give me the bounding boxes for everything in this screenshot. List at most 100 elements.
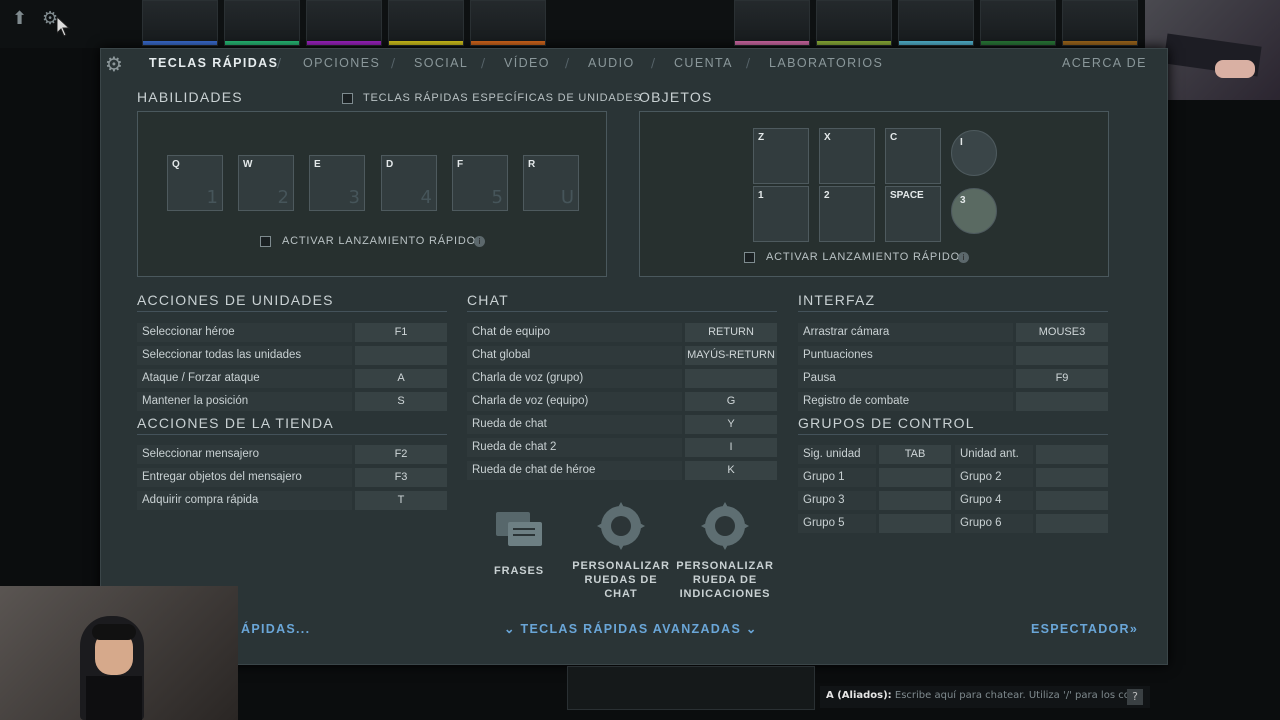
hotkey-value[interactable]: Y [685,415,777,434]
ability-key-w[interactable]: W2 [238,155,294,211]
tab-acerca-de[interactable]: ACERCA DE [1062,56,1147,70]
info-icon[interactable]: i [958,252,969,263]
hotkey-value[interactable]: A [355,369,447,388]
hotkey-row[interactable]: Seleccionar héroe F1 [137,323,447,342]
hero-slot[interactable] [898,0,974,46]
hero-slot[interactable] [224,0,300,46]
item-key-neutral[interactable]: I [951,130,997,176]
hotkey-row[interactable]: Pausa F9 [798,369,1108,388]
hotkey-value[interactable]: RETURN [685,323,777,342]
item-key-space[interactable]: SPACE [885,186,941,242]
ability-key-d[interactable]: D4 [381,155,437,211]
hotkey-value[interactable] [1036,468,1108,487]
hotkey-value[interactable]: I [685,438,777,457]
hotkey-row[interactable]: Adquirir compra rápida T [137,491,447,510]
hotkey-row[interactable]: Entregar objetos del mensajero F3 [137,468,447,487]
ability-key-r[interactable]: RU [523,155,579,211]
hero-slot[interactable] [470,0,546,46]
hotkey-row[interactable]: Chat global MAYÚS-RETURN [467,346,777,365]
hotkey-value[interactable] [879,514,951,533]
unit-specific-checkbox[interactable] [342,93,353,104]
item-key-c[interactable]: C [885,128,941,184]
hotkey-row[interactable]: Charla de voz (equipo) G [467,392,777,411]
hotkey-row[interactable]: Grupo 1 [798,468,951,487]
customize-ping-wheel-button[interactable]: PERSONALIZAR RUEDA DE INDICACIONES [675,499,775,601]
item-key-1[interactable]: 1 [753,186,809,242]
hotkey-row[interactable]: Grupo 2 [955,468,1108,487]
hotkey-row[interactable]: Chat de equipo RETURN [467,323,777,342]
tab-opciones[interactable]: OPCIONES [303,56,380,70]
hotkey-row[interactable]: Registro de combate [798,392,1108,411]
hotkey-row[interactable]: Seleccionar todas las unidades [137,346,447,365]
ability-key-f[interactable]: F5 [452,155,508,211]
hotkey-value[interactable] [879,491,951,510]
hotkey-value[interactable] [1016,346,1108,365]
tab-audio[interactable]: AUDIO [588,56,635,70]
hotkey-value[interactable] [685,369,777,388]
ability-quickcast-checkbox[interactable] [260,236,271,247]
tab-cuenta[interactable]: CUENTA [674,56,733,70]
footer-left-link[interactable]: ÁPIDAS... [241,622,310,636]
hotkey-value[interactable] [1036,491,1108,510]
hotkey-row[interactable]: Rueda de chat de héroe K [467,461,777,480]
hotkey-row[interactable]: Rueda de chat Y [467,415,777,434]
hero-slot[interactable] [816,0,892,46]
hotkey-row[interactable]: Arrastrar cámara MOUSE3 [798,323,1108,342]
tab-laboratorios[interactable]: LABORATORIOS [769,56,883,70]
hotkey-row[interactable]: Mantener la posición S [137,392,447,411]
item-quickcast-checkbox[interactable] [744,252,755,263]
hotkey-value[interactable]: S [355,392,447,411]
hotkey-row[interactable]: Grupo 3 [798,491,951,510]
tab-social[interactable]: SOCIAL [414,56,468,70]
hero-slot[interactable] [980,0,1056,46]
hotkey-row[interactable]: Puntuaciones [798,346,1108,365]
hotkey-row[interactable]: Charla de voz (grupo) [467,369,777,388]
hotkey-row[interactable]: Grupo 4 [955,491,1108,510]
ability-key-e[interactable]: E3 [309,155,365,211]
hotkey-value[interactable]: MAYÚS-RETURN [685,346,777,365]
hotkey-value[interactable] [879,468,951,487]
tab-video[interactable]: VÍDEO [504,56,550,70]
hotkey-value[interactable]: TAB [879,445,951,464]
tab-teclas-rapidas[interactable]: TECLAS RÁPIDAS [149,56,278,70]
hotkey-row[interactable]: Grupo 6 [955,514,1108,533]
hotkey-value[interactable] [355,346,447,365]
upload-icon[interactable]: ⬆ [12,8,27,29]
frases-button[interactable]: FRASES [469,504,569,578]
advanced-hotkeys-toggle[interactable]: ⌄ TECLAS RÁPIDAS AVANZADAS ⌄ [504,621,758,636]
hero-slot[interactable] [734,0,810,46]
hotkey-row[interactable]: Ataque / Forzar ataque A [137,369,447,388]
hotkey-value[interactable]: F2 [355,445,447,464]
hero-slot[interactable] [306,0,382,46]
hero-slot[interactable] [142,0,218,46]
hotkey-value[interactable]: MOUSE3 [1016,323,1108,342]
hero-slot[interactable] [388,0,464,46]
hotkey-value[interactable]: G [685,392,777,411]
hotkey-row[interactable]: Sig. unidad TAB [798,445,951,464]
info-icon[interactable]: i [474,236,485,247]
hotkey-row[interactable]: Seleccionar mensajero F2 [137,445,447,464]
spectator-link[interactable]: ESPECTADOR» [1031,622,1138,636]
item-key-z[interactable]: Z [753,128,809,184]
hotkey-row[interactable]: Grupo 5 [798,514,951,533]
customize-chat-wheels-button[interactable]: PERSONALIZAR RUEDAS DE CHAT [571,499,671,601]
hotkey-row[interactable]: Rueda de chat 2I [467,438,777,457]
hotkey-value[interactable]: F3 [355,468,447,487]
item-key-tp-scroll[interactable]: 3 [951,188,997,234]
hotkey-value[interactable]: T [355,491,447,510]
hotkey-row[interactable]: Unidad ant. [955,445,1108,464]
ability-key-q[interactable]: Q1 [167,155,223,211]
settings-gear-icon[interactable]: ⚙ [105,52,123,76]
hero-slot[interactable] [1062,0,1138,46]
hotkey-value[interactable] [1036,514,1108,533]
hotkey-value[interactable] [1036,445,1108,464]
hotkey-value[interactable]: K [685,461,777,480]
item-key-x[interactable]: X [819,128,875,184]
hotkey-value[interactable]: F9 [1016,369,1108,388]
hotkey-value[interactable]: F1 [355,323,447,342]
item-key-2[interactable]: 2 [819,186,875,242]
hotkey-value[interactable] [1016,392,1108,411]
help-icon[interactable]: ? [1127,689,1143,705]
settings-gear-icon[interactable]: ⚙ [42,8,58,29]
chat-input-bar[interactable]: A (Aliados): Escribe aquí para chatear. … [820,686,1150,708]
